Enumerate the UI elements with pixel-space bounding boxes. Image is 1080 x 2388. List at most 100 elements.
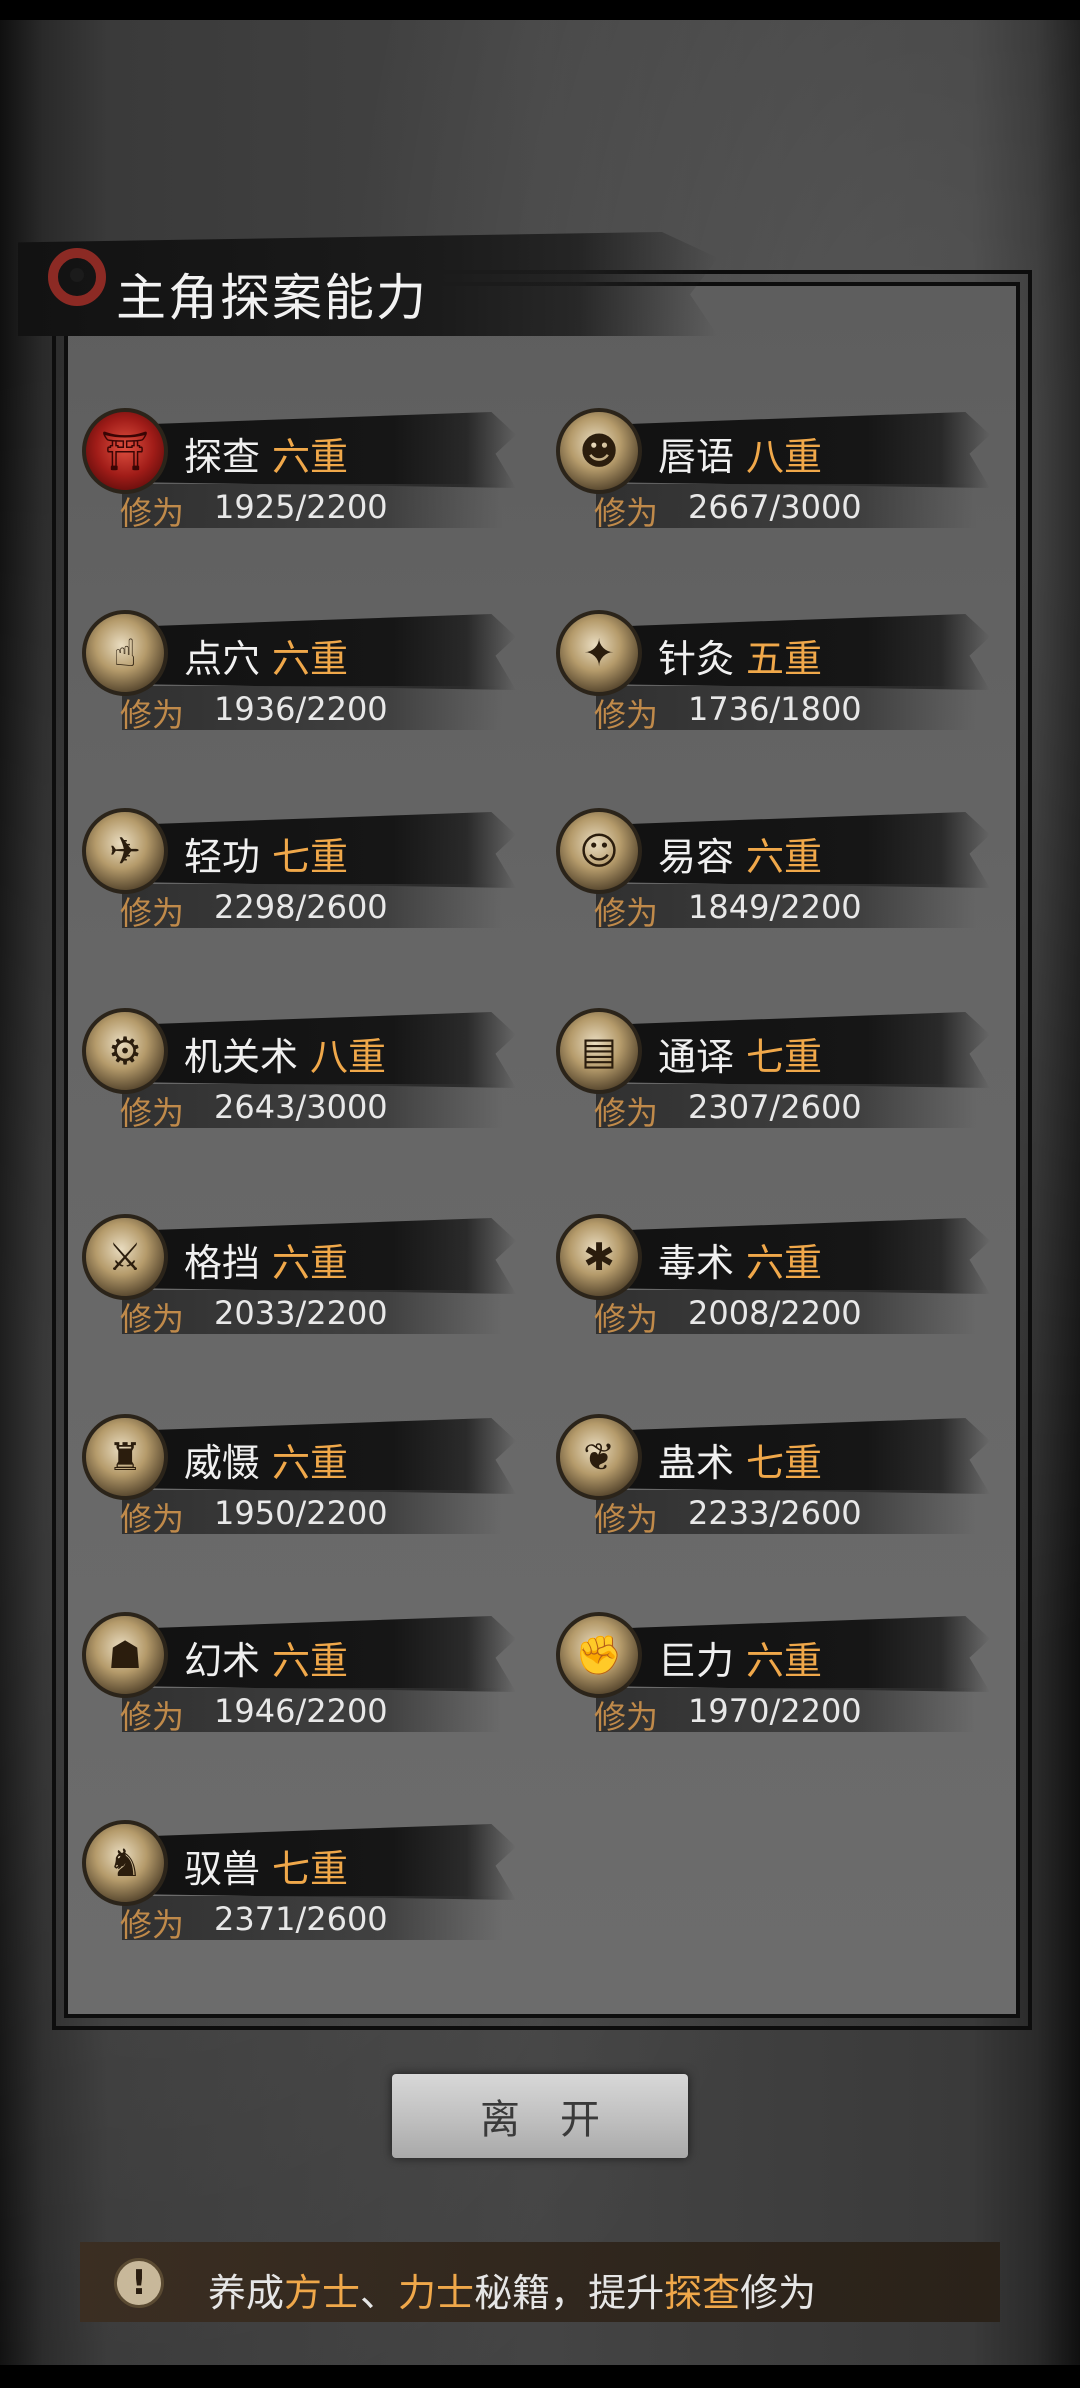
xp-label: 修为 — [594, 1094, 659, 1132]
skill-name: 格挡 — [184, 1241, 261, 1285]
skill-card[interactable]: ☝ 点穴 六重修为 1936/2200 — [82, 606, 522, 736]
skill-name: 探查 — [184, 435, 261, 479]
skill-level: 六重 — [746, 1639, 823, 1683]
gear-icon: ⚙ — [82, 1008, 168, 1094]
xp-label: 修为 — [120, 1698, 185, 1736]
skill-card[interactable]: ✱ 毒术 六重修为 2008/2200 — [556, 1210, 996, 1340]
tip-part: 修为 — [740, 2271, 817, 2315]
skill-name: 唇语 — [658, 435, 735, 479]
needle-icon: ✦ — [556, 610, 642, 696]
xp-value: 1736/1800 — [688, 690, 862, 728]
xp-value: 1970/2200 — [688, 1692, 862, 1730]
xp-value: 1925/2200 — [214, 488, 388, 526]
xp-label: 修为 — [120, 696, 185, 734]
tip-highlight: 探查 — [664, 2271, 741, 2315]
spider-icon: ✱ — [556, 1214, 642, 1300]
xp-value: 1936/2200 — [214, 690, 388, 728]
skill-name: 易容 — [658, 835, 735, 879]
tip-part: 、 — [360, 2271, 399, 2315]
xp-value: 1950/2200 — [214, 1494, 388, 1532]
block-icon: ⚔ — [82, 1214, 168, 1300]
skill-card[interactable]: ☺ 易容 六重 修为 1849/2200 — [556, 804, 996, 934]
skill-level: 六重 — [272, 1441, 349, 1485]
xp-value: 1946/2200 — [214, 1692, 388, 1730]
skill-name: 巨力 — [658, 1639, 735, 1683]
xp-value: 2298/2600 — [214, 888, 388, 926]
xp-label: 修为 — [120, 894, 185, 932]
hooded-figure-icon: ☗ — [82, 1612, 168, 1698]
leave-button[interactable]: 离开 — [392, 2074, 688, 2158]
skill-level: 六重 — [272, 637, 349, 681]
skill-level: 六重 — [272, 1241, 349, 1285]
tip-text: 养成方士、力士秘籍，提升探查修为 — [208, 2262, 816, 2317]
xp-label: 修为 — [594, 894, 659, 932]
xp-label: 修为 — [120, 1500, 185, 1538]
tip-highlight: 力士 — [398, 2271, 475, 2315]
xp-label: 修为 — [120, 1906, 185, 1944]
skill-name: 威慑 — [184, 1441, 261, 1485]
skill-name: 针灸 — [658, 637, 735, 681]
xp-value: 2233/2600 — [688, 1494, 862, 1532]
skill-card[interactable]: ⛩ 探查 六重修为 1925/2200 — [82, 404, 522, 534]
skill-card[interactable]: ✦ 针灸 五重修为 1736/1800 — [556, 606, 996, 736]
mask-icon: ☺ — [556, 808, 642, 894]
skill-level: 七重 — [746, 1035, 823, 1079]
xp-value: 2307/2600 — [688, 1088, 862, 1126]
wolf-icon: ♞ — [82, 1820, 168, 1906]
game-logo-icon — [48, 248, 106, 306]
skill-name: 毒术 — [658, 1241, 735, 1285]
skill-level: 八重 — [746, 435, 823, 479]
xp-label: 修为 — [120, 494, 185, 532]
xp-label: 修为 — [594, 494, 659, 532]
skill-name: 幻术 — [184, 1639, 261, 1683]
warrior-icon: ♜ — [82, 1414, 168, 1500]
skill-level: 七重 — [272, 835, 349, 879]
xp-label: 修为 — [120, 1300, 185, 1338]
xp-value: 2667/3000 — [688, 488, 862, 526]
skill-level: 六重 — [746, 1241, 823, 1285]
page-title: 主角探案能力 — [116, 269, 428, 327]
tip-highlight: 方士 — [284, 2271, 361, 2315]
exclamation-icon: ! — [114, 2258, 164, 2308]
tip-part: 秘籍，提升 — [474, 2271, 665, 2315]
xp-value: 2371/2600 — [214, 1900, 388, 1938]
xp-label: 修为 — [594, 1698, 659, 1736]
skill-card[interactable]: ✈ 轻功 七重修为 2298/2600 — [82, 804, 522, 934]
skill-name: 蛊术 — [658, 1441, 735, 1485]
skill-card[interactable]: ❦ 蛊术 七重 修为 2233/2600 — [556, 1410, 996, 1540]
skill-card[interactable]: ☻ 唇语 八重修为 2667/3000 — [556, 404, 996, 534]
skill-card[interactable]: ☗ 幻术 六重修为 1946/2200 — [82, 1608, 522, 1738]
skill-level: 六重 — [272, 435, 349, 479]
xp-value: 1849/2200 — [688, 888, 862, 926]
xp-label: 修为 — [120, 1094, 185, 1132]
skill-card[interactable]: ♜ 威慑 六重修为 1950/2200 — [82, 1410, 522, 1540]
skill-card[interactable]: ▤ 通译 七重修为 2307/2600 — [556, 1004, 996, 1134]
skill-card[interactable]: ⚙ 机关术 八重修为 2643/3000 — [82, 1004, 522, 1134]
face-icon: ☻ — [556, 408, 642, 494]
skill-name: 驭兽 — [184, 1847, 261, 1891]
skill-level: 五重 — [746, 637, 823, 681]
xp-value: 2033/2200 — [214, 1294, 388, 1332]
xp-label: 修为 — [594, 1500, 659, 1538]
fist-icon: ✊ — [556, 1612, 642, 1698]
finger-point-icon: ☝ — [82, 610, 168, 696]
flying-figure-icon: ✈ — [82, 808, 168, 894]
skill-level: 八重 — [310, 1035, 387, 1079]
xp-value: 2008/2200 — [688, 1294, 862, 1332]
skill-name: 通译 — [658, 1035, 735, 1079]
skill-name: 点穴 — [184, 637, 261, 681]
xp-value: 2643/3000 — [214, 1088, 388, 1126]
scroll-icon: ▤ — [556, 1008, 642, 1094]
skill-name: 机关术 — [184, 1035, 299, 1079]
lantern-icon: ⛩ — [82, 408, 168, 494]
skill-level: 七重 — [272, 1847, 349, 1891]
xp-label: 修为 — [594, 1300, 659, 1338]
worm-icon: ❦ — [556, 1414, 642, 1500]
skill-name: 轻功 — [184, 835, 261, 879]
skills-panel — [64, 282, 1020, 2018]
skill-card[interactable]: ⚔ 格挡 六重修为 2033/2200 — [82, 1210, 522, 1340]
skill-card[interactable]: ✊ 巨力 六重修为 1970/2200 — [556, 1608, 996, 1738]
skill-card[interactable]: ♞ 驭兽 七重修为 2371/2600 — [82, 1816, 522, 1946]
skill-level: 六重 — [272, 1639, 349, 1683]
xp-label: 修为 — [594, 696, 659, 734]
